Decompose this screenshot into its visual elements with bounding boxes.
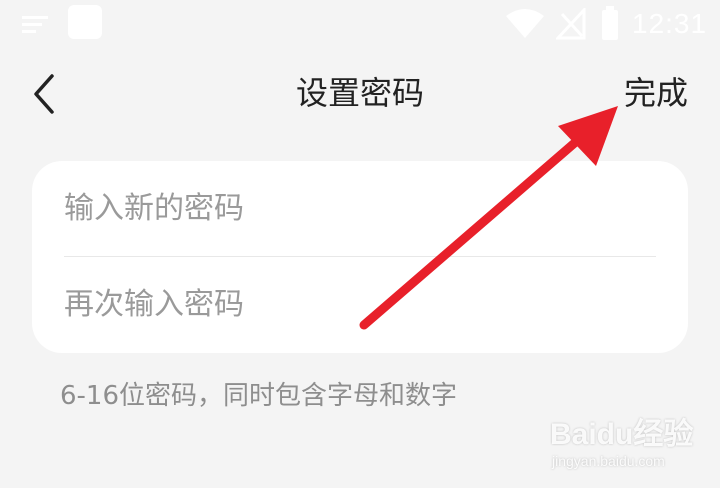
confirm-password-input[interactable] <box>64 274 656 334</box>
divider <box>64 256 656 257</box>
chevron-left-icon <box>34 74 54 114</box>
nav-bar: 设置密码 完成 <box>0 58 720 128</box>
baidu-watermark: Baidu经验 jingyan.baidu.com <box>550 405 710 480</box>
done-button[interactable]: 完成 <box>614 72 698 114</box>
password-hint: 6-16位密码，同时包含字母和数字 <box>60 381 458 411</box>
password-card <box>32 161 688 353</box>
watermark-url: jingyan.baidu.com <box>552 453 665 469</box>
menu-icon <box>22 16 48 33</box>
new-password-input[interactable] <box>64 178 656 238</box>
app-icon <box>68 5 102 39</box>
status-time: 12:31 <box>632 8 708 39</box>
battery-icon <box>602 6 618 40</box>
page-title: 设置密码 <box>295 74 424 112</box>
status-bar: 12:31 <box>0 0 720 52</box>
back-button[interactable] <box>24 70 68 118</box>
watermark-logo: Baidu经验 <box>550 418 694 451</box>
signal-icon <box>556 8 586 40</box>
wifi-icon <box>506 9 544 38</box>
